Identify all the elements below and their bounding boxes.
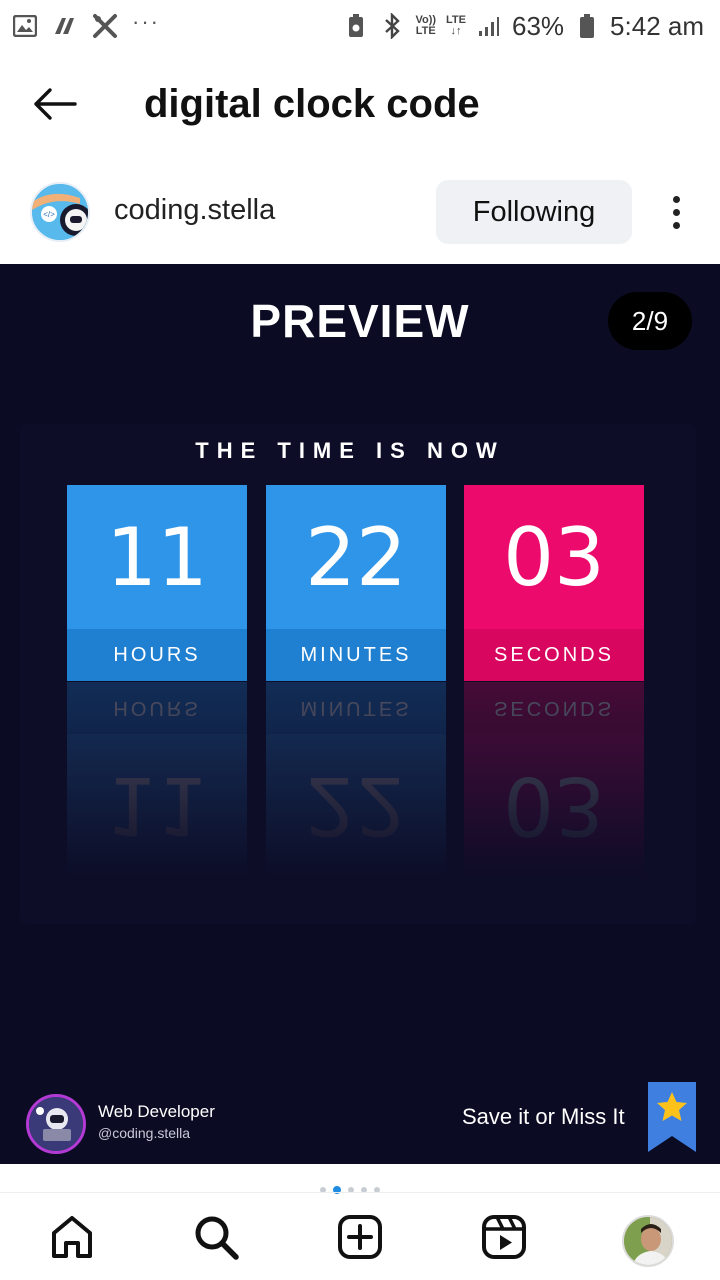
status-bar-right: Vo)) LTE LTE ↓↑ 63% 5:42 am <box>343 11 704 42</box>
seconds-reflection-label: SECONDS <box>464 682 644 734</box>
minutes-reflection: 22 MINUTES <box>266 682 446 878</box>
lte-bottom-text: ↓↑ <box>450 25 462 37</box>
minutes-tile: 22 MINUTES <box>266 485 446 681</box>
astronaut-laptop-icon <box>29 1097 83 1151</box>
minutes-reflection-label: MINUTES <box>266 682 446 734</box>
creator-handle: @coding.stella <box>98 1125 191 1141</box>
hours-reflection-label: HOURS <box>67 682 247 734</box>
more-options-button[interactable] <box>656 186 696 238</box>
more-notifications-icon: ··· <box>132 9 160 34</box>
minutes-reflection-value: 22 <box>266 734 446 878</box>
image-notification-icon <box>12 13 38 39</box>
minutes-label: MINUTES <box>266 629 446 681</box>
tools-notification-icon <box>92 13 118 39</box>
page-indicator-badge: 2/9 <box>608 292 692 350</box>
hours-value: 11 <box>67 485 247 629</box>
author-username[interactable]: coding.stella <box>114 194 275 227</box>
battery-percentage: 63% <box>512 10 565 41</box>
hours-label: HOURS <box>67 629 247 681</box>
svg-text:</>: </> <box>43 210 55 219</box>
app-notification-icon <box>52 13 78 39</box>
seconds-tile: 03 SECONDS <box>464 485 644 681</box>
volte-bottom-text: LTE <box>415 25 436 37</box>
astronaut-avatar-icon: </> <box>32 184 88 240</box>
nav-reels-button[interactable] <box>478 1211 530 1263</box>
signal-icon <box>476 13 502 39</box>
home-icon <box>52 1216 92 1258</box>
bookmark-star-icon <box>648 1082 696 1152</box>
search-icon <box>195 1216 239 1260</box>
post-author-row: </> coding.stella Following <box>0 176 720 248</box>
volte-indicator: Vo)) LTE <box>415 15 436 37</box>
profile-photo-icon <box>624 1217 672 1265</box>
more-dot-icon <box>672 221 680 229</box>
author-avatar[interactable]: </> <box>30 182 90 242</box>
hours-reflection: 11 HOURS <box>67 682 247 878</box>
bluetooth-icon <box>379 13 405 39</box>
nav-create-button[interactable] <box>334 1211 386 1263</box>
seconds-value: 03 <box>464 485 644 629</box>
create-icon <box>338 1215 382 1259</box>
header-bar: digital clock code <box>0 58 720 150</box>
seconds-label: SECONDS <box>464 629 644 681</box>
nav-profile-avatar[interactable] <box>622 1215 674 1267</box>
creator-avatar <box>26 1094 86 1154</box>
seconds-reflection-value: 03 <box>464 734 644 878</box>
following-button[interactable]: Following <box>436 180 632 244</box>
post-image[interactable]: PREVIEW 2/9 THE TIME IS NOW 11 HOURS 22 … <box>0 264 720 1164</box>
hours-tile: 11 HOURS <box>67 485 247 681</box>
more-dot-icon <box>672 195 680 203</box>
nav-home-button[interactable] <box>46 1211 98 1263</box>
save-cta-text: Save it or Miss It <box>462 1104 625 1129</box>
minutes-value: 22 <box>266 485 446 629</box>
more-dot-icon <box>672 208 680 216</box>
bottom-navigation <box>0 1192 720 1280</box>
seconds-reflection: 03 SECONDS <box>464 682 644 878</box>
status-bar: ··· Vo)) LTE LTE ↓↑ 63% 5:42 am <box>0 0 720 52</box>
battery-icon <box>574 13 600 39</box>
back-arrow-icon <box>34 88 77 120</box>
nav-search-button[interactable] <box>190 1211 242 1263</box>
clock-time: 5:42 am <box>610 10 704 41</box>
reels-icon <box>482 1215 526 1259</box>
status-bar-left: ··· <box>12 9 160 39</box>
lte-indicator: LTE ↓↑ <box>446 15 466 37</box>
page-title: digital clock code <box>144 81 480 126</box>
hours-reflection-value: 11 <box>67 734 247 878</box>
battery-saver-icon <box>343 13 369 39</box>
back-button[interactable] <box>0 58 110 150</box>
creator-role: Web Developer <box>98 1102 215 1121</box>
clock-heading: THE TIME IS NOW <box>195 438 505 463</box>
